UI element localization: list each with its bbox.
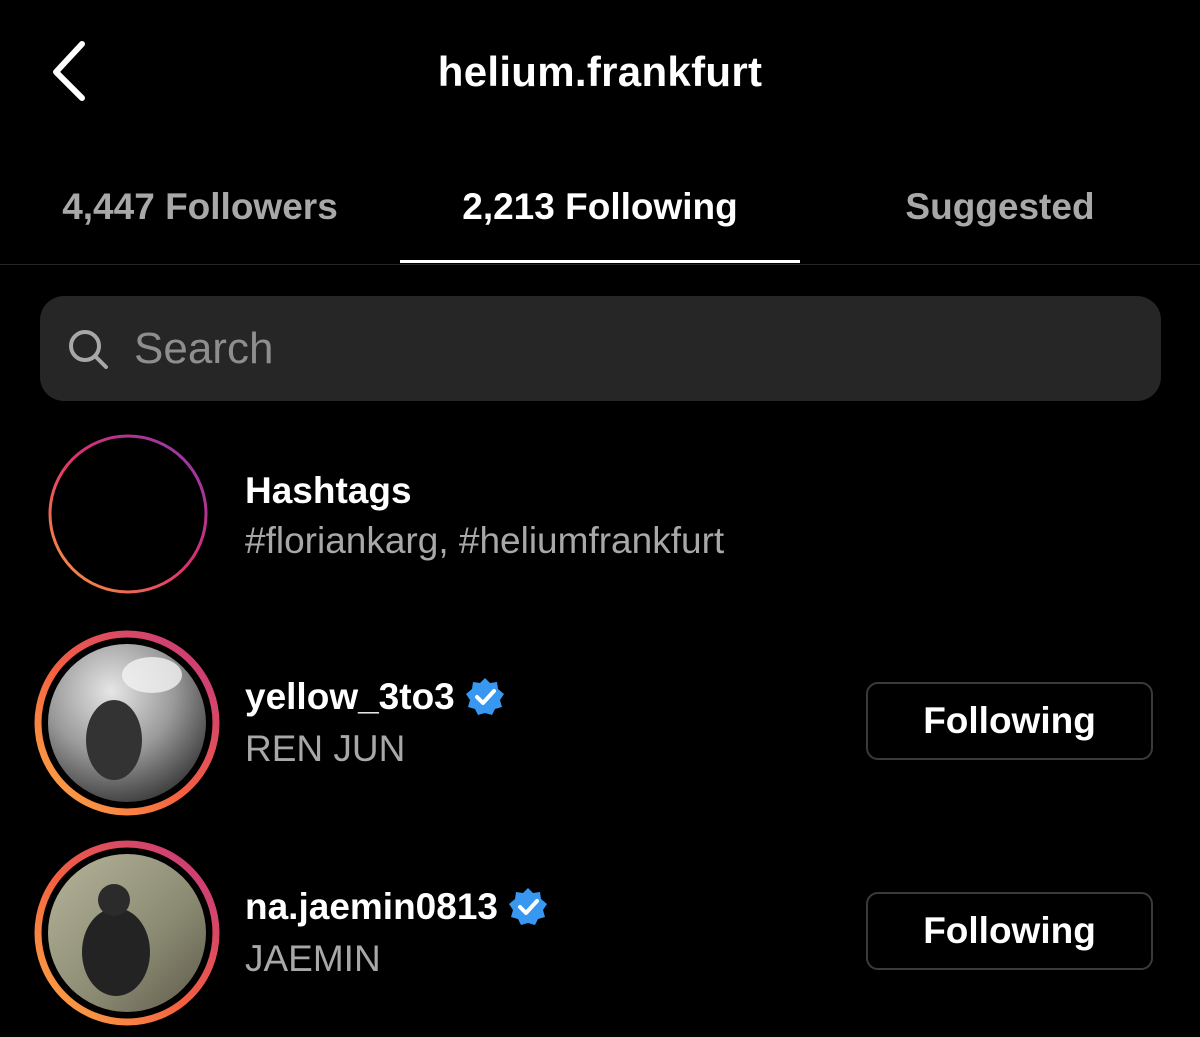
- hashtags-row[interactable]: Hashtags #floriankarg, #heliumfrankfurt: [0, 430, 1200, 610]
- list-item[interactable]: na.jaemin0813 JAEMIN Following: [0, 838, 1200, 1037]
- list-item[interactable]: yellow_3to3 REN JUN Following: [0, 628, 1200, 816]
- hashtags-list: #floriankarg, #heliumfrankfurt: [245, 520, 725, 561]
- tab-followers[interactable]: 4,447 Followers: [0, 150, 400, 264]
- verified-badge-icon: [465, 678, 504, 715]
- tab-suggested[interactable]: Suggested: [800, 150, 1200, 264]
- verified-badge-icon: [508, 888, 547, 925]
- hashtags-title: Hashtags: [245, 470, 412, 511]
- search-input[interactable]: [132, 322, 1036, 375]
- tab-bar: 4,447 Followers 2,213 Following Suggeste…: [0, 150, 1200, 265]
- page-title: helium.frankfurt: [437, 48, 763, 95]
- search-bar[interactable]: [40, 296, 1161, 401]
- hashtag-avatar: [47, 433, 209, 595]
- search-icon: [69, 329, 108, 369]
- username: yellow_3to3: [245, 676, 505, 718]
- avatar[interactable]: [34, 630, 220, 816]
- avatar[interactable]: [34, 840, 220, 1026]
- full-name: JAEMIN: [245, 938, 381, 979]
- username-text: na.jaemin0813: [245, 886, 498, 927]
- following-button[interactable]: Following: [866, 682, 1153, 760]
- full-name: REN JUN: [245, 728, 406, 769]
- username: na.jaemin0813: [245, 886, 548, 928]
- tab-following[interactable]: 2,213 Following: [400, 150, 800, 264]
- following-button[interactable]: Following: [866, 892, 1153, 970]
- username-text: yellow_3to3: [245, 676, 455, 717]
- active-tab-indicator: [400, 260, 800, 263]
